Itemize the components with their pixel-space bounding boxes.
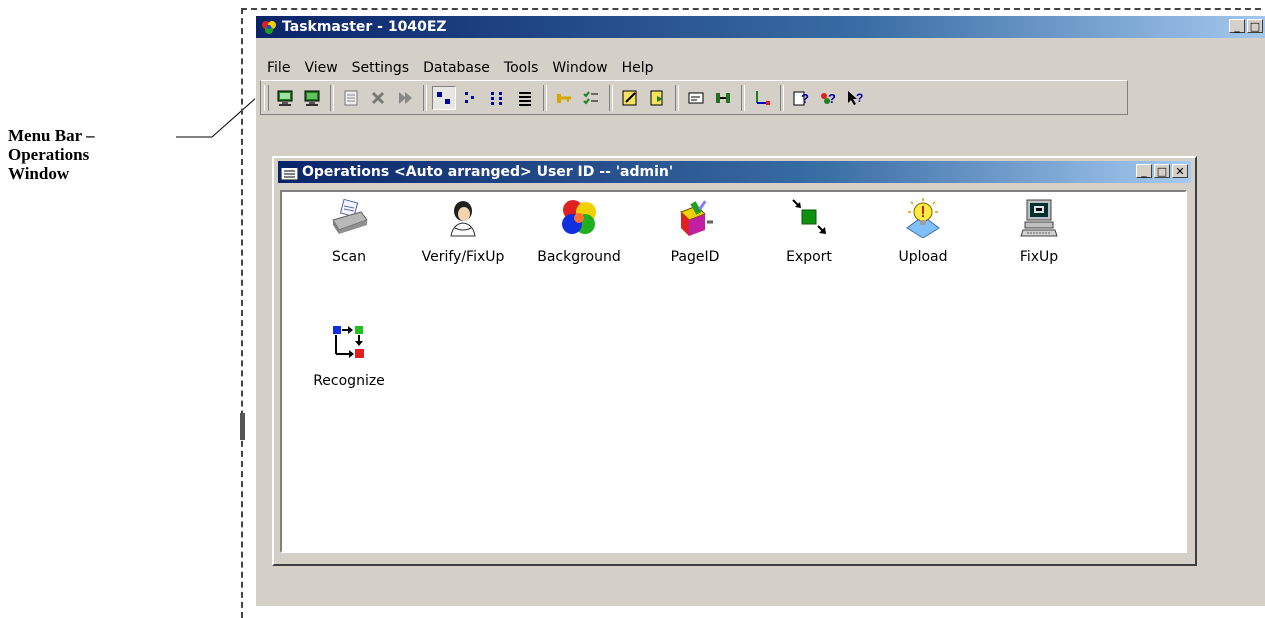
operation-label: Scan [331,249,367,265]
operations-window-icon [281,164,298,180]
toolbar-grip[interactable] [264,85,269,111]
checklist-icon[interactable] [579,86,603,110]
svg-text:?: ? [801,91,809,106]
delete-icon[interactable] [366,86,390,110]
svg-text:?: ? [828,91,836,106]
menu-database[interactable]: Database [416,60,497,76]
operations-list: Scan Verify/FixUp Background PageID Expo… [280,190,1187,553]
menu-tools[interactable]: Tools [497,60,546,76]
batch-icon[interactable] [711,86,735,110]
operation-label: FixUp [1019,249,1059,265]
toolbar-separator [741,84,745,111]
operation-pageid[interactable]: PageID [640,198,750,265]
edit-icon[interactable] [618,86,642,110]
operation-fixup[interactable]: FixUp [984,198,1094,265]
key-icon[interactable] [552,86,576,110]
toolbar-separator [675,84,679,111]
operation-label: Export [786,249,832,265]
app-titlebar[interactable]: Taskmaster - 1040EZ _ □ ✕ [256,16,1265,38]
operation-label: Verify/FixUp [421,249,505,265]
menu-view[interactable]: View [297,60,344,76]
forward-icon[interactable] [393,86,417,110]
menu-window[interactable]: Window [545,60,614,76]
app-title: Taskmaster - 1040EZ [282,19,447,35]
operation-label: PageID [670,249,720,265]
list-icon[interactable] [486,86,510,110]
pageid-icon [680,200,713,236]
document-icon[interactable] [645,86,669,110]
toolbar: ? ? ? [260,80,1128,115]
operations-title: Operations <Auto arranged> User ID -- 'a… [302,164,674,180]
toolbar-separator [780,84,784,111]
svg-text:?: ? [856,91,863,105]
toolbar-separator [543,84,547,111]
export-icon [792,199,826,234]
operation-recognize[interactable]: Recognize [294,322,404,389]
close-button[interactable]: ✕ [1172,164,1188,178]
operation-label: Upload [898,249,948,265]
help-users-icon[interactable]: ? [816,86,840,110]
scanner-icon [332,198,368,234]
menu-help[interactable]: Help [615,60,661,76]
operation-background[interactable]: Background [524,198,634,265]
taskmaster-logo-icon [262,21,276,34]
annotation-line: Window [8,164,70,183]
operation-label: Recognize [313,373,385,389]
toolbar-separator [330,84,334,111]
operations-titlebar[interactable]: Operations <Auto arranged> User ID -- 'a… [278,161,1191,183]
operation-verify-fixup[interactable]: Verify/FixUp [408,198,518,265]
menu-bar: File View Settings Database Tools Window… [256,55,661,81]
minimize-button[interactable]: _ [1136,164,1152,178]
person-icon [450,201,476,237]
recognize-icon [333,326,364,358]
computer-green-icon[interactable] [300,86,324,110]
computer-icon [1020,199,1058,237]
lightbulb-icon [906,198,940,239]
large-icons-icon[interactable] [432,85,456,110]
context-help-icon[interactable]: ? [843,86,867,110]
maximize-button[interactable]: □ [1247,19,1263,33]
small-icons-icon[interactable] [459,86,483,110]
maximize-button[interactable]: □ [1154,164,1170,178]
resize-grip [240,413,245,440]
operation-label: Background [537,249,621,265]
operation-upload[interactable]: Upload [868,198,978,265]
menu-settings[interactable]: Settings [345,60,416,76]
help-topics-icon[interactable]: ? [789,86,813,110]
minimize-button[interactable]: _ [1229,19,1245,33]
toolbar-separator [423,84,427,111]
color-wheel-icon [562,200,596,234]
form-icon[interactable] [684,86,708,110]
operations-window: Operations <Auto arranged> User ID -- 'a… [272,156,1197,566]
operation-export[interactable]: Export [754,198,864,265]
operation-scan[interactable]: Scan [294,198,404,265]
details-icon[interactable] [513,86,537,110]
computer-green-icon[interactable] [273,86,297,110]
properties-icon[interactable] [339,86,363,110]
menu-file[interactable]: File [256,60,297,76]
toolbar-separator [609,84,613,111]
workflow-icon[interactable] [750,86,774,110]
